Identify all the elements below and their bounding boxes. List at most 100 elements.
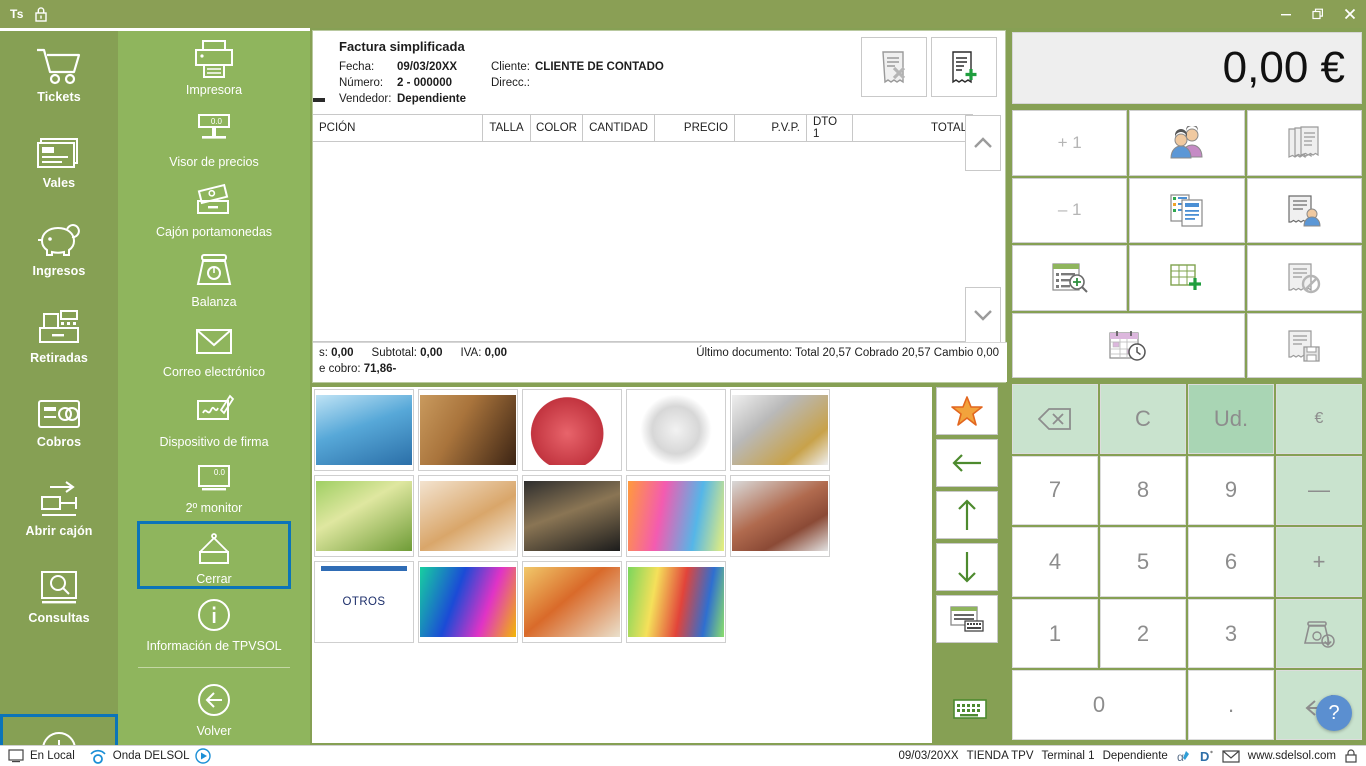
svg-text:α: α [1177,750,1184,764]
scroll-up-button[interactable] [936,491,998,539]
lock-icon[interactable] [34,6,48,22]
flyout-item-impresora[interactable]: Impresora [118,31,310,105]
column-header-pvp[interactable]: P.V.P. [735,115,807,141]
sidebar-item-cobros[interactable]: Cobros [0,379,118,466]
key-3[interactable]: 3 [1188,598,1274,669]
column-header-descripcion[interactable]: PCIÓN [313,115,483,141]
column-header-talla[interactable]: TALLA [483,115,531,141]
key-1[interactable]: 1 [1012,598,1098,669]
website-link[interactable]: www.sdelsol.com [1248,750,1336,762]
mail-icon[interactable] [1222,749,1240,763]
product-tile-paper[interactable] [626,389,726,471]
product-tile-tea[interactable] [314,475,414,557]
copy-documents-button[interactable] [1129,177,1245,243]
column-header-dto1[interactable]: DTO 1 [807,115,853,141]
product-tile-canned[interactable] [730,389,830,471]
minimize-button[interactable] [1270,0,1302,28]
button-label: + 1 [1057,132,1082,152]
product-nav-column [936,387,1018,743]
new-document-button[interactable] [931,37,997,97]
clear-key[interactable]: C [1100,384,1186,454]
table-add-button[interactable] [1129,245,1245,311]
cancel-receipt-button[interactable] [1246,245,1362,311]
backspace-key[interactable] [1012,384,1098,454]
line-items-body[interactable] [313,142,973,342]
onscreen-keyboard-icon[interactable] [950,697,990,721]
column-header-total[interactable]: TOTAL [853,115,973,141]
favourites-button[interactable] [936,387,998,435]
search-article-button[interactable] [936,595,998,643]
product-tile-coffee[interactable] [522,475,622,557]
flyout-item-informacion-tpvsol[interactable]: Información de TPVSOL [118,589,310,655]
key-8[interactable]: 8 [1100,455,1186,526]
minus-key[interactable]: — [1276,455,1362,526]
play-circle-icon[interactable] [195,748,212,764]
flyout-item-cerrar[interactable]: Cerrar [137,521,291,589]
sidebar-item-vales[interactable]: Vales [0,118,118,205]
key-2[interactable]: 2 [1100,598,1186,669]
help-button[interactable]: ? [1316,695,1352,731]
document-search-button[interactable] [1012,245,1128,311]
product-tile-water[interactable] [314,389,414,471]
customer-receipt-button[interactable] [1246,177,1362,243]
product-tile-cocoa[interactable] [418,389,518,471]
product-tile-figurine[interactable] [730,475,830,557]
units-key[interactable]: Ud. [1188,384,1274,454]
delsol-d-icon[interactable]: D [1200,749,1214,764]
increase-qty-button[interactable]: + 1 [1012,110,1128,176]
key-6[interactable]: 6 [1188,527,1274,597]
product-tile-softdrinks[interactable] [626,561,726,643]
product-thumbnail [732,481,828,551]
product-tile-otros[interactable]: OTROS [314,561,414,643]
flyout-divider [138,667,290,668]
flyout-item-segundo-monitor[interactable]: 0.0 2º monitor [118,455,310,521]
flyout-item-cajon-portamonedas[interactable]: Cajón portamonedas [118,175,310,245]
alpha-icon[interactable]: α [1176,749,1192,764]
flyout-item-volver[interactable]: Volver [118,674,310,740]
key-7[interactable]: 7 [1012,455,1098,526]
sidebar-item-tickets[interactable]: Tickets [0,31,118,118]
delete-document-button[interactable] [861,37,927,97]
sidebar-item-abrir-cajon[interactable]: Abrir cajón [0,466,118,553]
restore-button[interactable] [1302,0,1334,28]
key-4[interactable]: 4 [1012,527,1098,597]
schedule-button[interactable] [1012,312,1245,378]
product-tile-television[interactable] [418,561,518,643]
decrease-qty-button[interactable]: – 1 [1012,177,1128,243]
weigh-key[interactable] [1276,598,1362,669]
customer-value[interactable]: CLIENTE DE CONTADO [535,59,664,75]
product-tile-meat[interactable] [522,389,622,471]
flyout-item-correo-electronico[interactable]: Correo electrónico [118,315,310,385]
sidebar-item-retiradas[interactable]: Retiradas [0,292,118,379]
documents-stack-button[interactable] [1246,110,1362,176]
key-5[interactable]: 5 [1100,527,1186,597]
pos-application-window: Ts Tickets Vales Ingresos Retiradas Cobr… [0,0,1366,766]
document-collapse-handle[interactable] [313,98,325,102]
product-tile-cleaning[interactable] [626,475,726,557]
scroll-down-button[interactable] [936,543,998,591]
lock-small-icon[interactable] [1344,748,1358,764]
flyout-item-visor-precios[interactable]: 0.0 Visor de precios [118,105,310,175]
sidebar-item-ingresos[interactable]: Ingresos [0,205,118,292]
key-0[interactable]: 0 [1012,670,1186,740]
close-button[interactable] [1334,0,1366,28]
totals-value: 0,00 [484,347,508,359]
euro-key[interactable]: € [1276,384,1362,454]
scroll-up-button[interactable] [965,115,1001,171]
key-9[interactable]: 9 [1188,455,1274,526]
flyout-item-dispositivo-firma[interactable]: Dispositivo de firma [118,385,310,455]
status-bar-right: 09/03/20XX TIENDA TPV Terminal 1 Dependi… [899,749,1366,764]
decimal-key[interactable]: . [1188,670,1274,740]
plus-key[interactable]: + [1276,527,1362,597]
product-tile-tapas[interactable] [522,561,622,643]
back-button[interactable] [936,439,998,487]
select-customer-button[interactable] [1129,110,1245,176]
product-tile-nuts[interactable] [418,475,518,557]
column-header-cantidad[interactable]: CANTIDAD [583,115,655,141]
column-header-color[interactable]: COLOR [531,115,583,141]
sidebar-item-consultas[interactable]: Consultas [0,553,118,640]
flyout-item-balanza[interactable]: Balanza [118,245,310,315]
save-receipt-button[interactable] [1246,312,1362,378]
scroll-down-button[interactable] [965,287,1001,343]
column-header-precio[interactable]: PRECIO [655,115,735,141]
